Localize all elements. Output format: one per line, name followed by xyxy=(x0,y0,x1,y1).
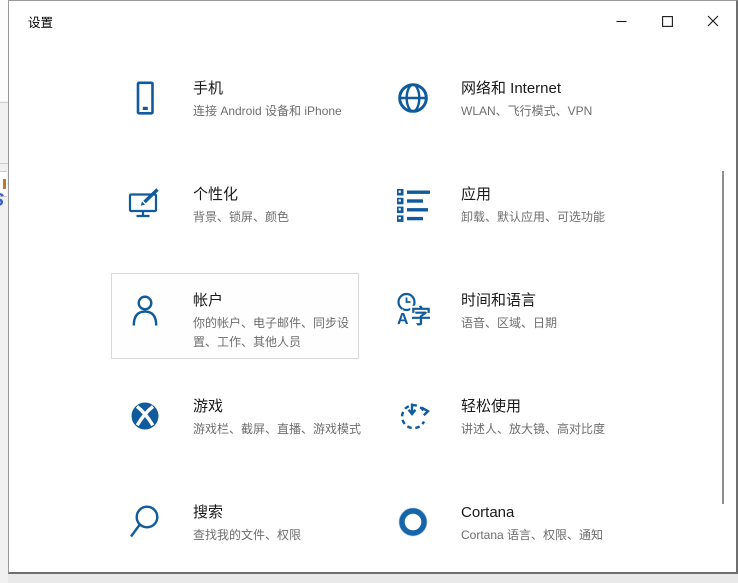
tile-title: 帐户 xyxy=(193,291,351,311)
svg-text:字: 字 xyxy=(411,304,431,328)
tile-subtitle: 连接 Android 设备和 iPhone xyxy=(193,102,342,121)
settings-tile-phone[interactable]: 手机 连接 Android 设备和 iPhone xyxy=(111,61,359,147)
tile-title: 网络和 Internet xyxy=(461,79,592,99)
cortana-icon xyxy=(395,504,431,540)
tile-title: 轻松使用 xyxy=(461,397,605,417)
settings-tile-search[interactable]: 搜索 查找我的文件、权限 xyxy=(111,485,359,571)
tile-title: 个性化 xyxy=(193,185,289,205)
tile-subtitle: Cortana 语言、权限、通知 xyxy=(461,526,603,545)
minimize-icon xyxy=(616,16,627,27)
tile-subtitle: 讲述人、放大镜、高对比度 xyxy=(461,420,605,439)
settings-tile-network[interactable]: 网络和 Internet WLAN、飞行模式、VPN xyxy=(379,61,627,147)
window-title: 设置 xyxy=(28,12,53,31)
background-logo-glyph: S xyxy=(0,190,8,211)
maximize-icon xyxy=(662,16,673,27)
settings-tile-accounts[interactable]: 帐户 你的帐户、电子邮件、同步设置、工作、其他人员 xyxy=(111,273,359,359)
close-button[interactable] xyxy=(690,1,736,41)
tile-title: 手机 xyxy=(193,79,342,99)
tile-title: 应用 xyxy=(461,185,605,205)
settings-tile-time-language[interactable]: 字 字 A A 时间和语言 语音、区域、日期 xyxy=(379,273,627,359)
tile-title: 时间和语言 xyxy=(461,291,557,311)
tile-title: Cortana xyxy=(461,503,603,523)
background-window-sliver: S xyxy=(0,0,8,583)
user-icon xyxy=(127,292,163,328)
tile-subtitle: 语音、区域、日期 xyxy=(461,314,557,333)
tile-title: 搜索 xyxy=(193,503,301,523)
tile-subtitle: 游戏栏、截屏、直播、游戏模式 xyxy=(193,420,361,439)
settings-tile-personalization[interactable]: 个性化 背景、锁屏、颜色 xyxy=(111,167,359,253)
tile-subtitle: 卸载、默认应用、可选功能 xyxy=(461,208,605,227)
tile-subtitle: 背景、锁屏、颜色 xyxy=(193,208,289,227)
settings-tile-apps[interactable]: 应用 卸载、默认应用、可选功能 xyxy=(379,167,627,253)
settings-category-grid: 手机 连接 Android 设备和 iPhone 网络和 Internet WL… xyxy=(111,61,627,571)
xbox-icon xyxy=(127,398,163,434)
ease-of-access-icon xyxy=(395,398,431,434)
search-icon xyxy=(127,504,163,540)
screen: S 设置 xyxy=(0,0,738,583)
tile-subtitle: WLAN、飞行模式、VPN xyxy=(461,102,592,121)
settings-tile-cortana[interactable]: Cortana Cortana 语言、权限、通知 xyxy=(379,485,627,571)
svg-text:A: A xyxy=(397,311,409,328)
maximize-button[interactable] xyxy=(644,1,690,41)
personalization-icon xyxy=(127,186,163,222)
settings-tile-gaming[interactable]: 游戏 游戏栏、截屏、直播、游戏模式 xyxy=(111,379,359,465)
phone-icon xyxy=(127,80,163,116)
background-orange-mark xyxy=(3,179,6,189)
close-icon xyxy=(707,15,719,27)
settings-window: 设置 xyxy=(8,0,738,574)
minimize-button[interactable] xyxy=(598,1,644,41)
time-language-icon: 字 字 A A xyxy=(395,292,431,328)
window-controls xyxy=(598,1,736,41)
apps-list-icon xyxy=(395,186,431,222)
tile-title: 游戏 xyxy=(193,397,361,417)
tile-subtitle: 你的帐户、电子邮件、同步设置、工作、其他人员 xyxy=(193,314,351,352)
globe-icon xyxy=(395,80,431,116)
title-bar[interactable]: 设置 xyxy=(9,1,736,41)
settings-tile-ease-of-access[interactable]: 轻松使用 讲述人、放大镜、高对比度 xyxy=(379,379,627,465)
tile-subtitle: 查找我的文件、权限 xyxy=(193,526,301,545)
vertical-scrollbar-thumb[interactable] xyxy=(722,171,724,504)
